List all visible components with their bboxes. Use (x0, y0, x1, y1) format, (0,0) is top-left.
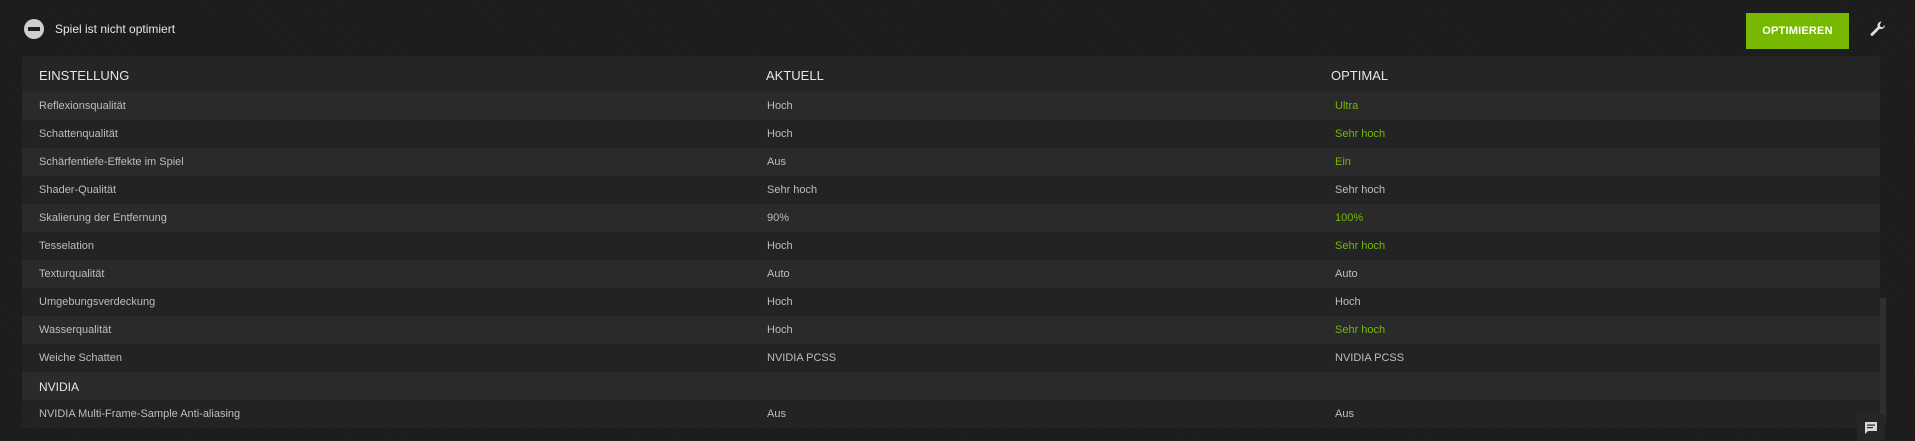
setting-name: Schärfentiefe-Effekte im Spiel (39, 156, 184, 168)
current-value: Sehr hoch (767, 184, 818, 196)
wrench-icon[interactable] (1868, 19, 1888, 39)
chat-icon[interactable] (1857, 414, 1885, 441)
current-value: Hoch (767, 100, 793, 112)
current-value: Aus (767, 408, 786, 420)
optimize-button[interactable]: OPTIMIEREN (1746, 13, 1849, 49)
current-value: Hoch (767, 240, 793, 252)
column-header-current: AKTUELL (766, 68, 824, 83)
setting-name: Wasserqualität (39, 324, 112, 336)
optimal-value: Sehr hoch (1335, 128, 1386, 140)
current-value: Aus (767, 156, 786, 168)
optimal-value: Sehr hoch (1335, 240, 1386, 252)
setting-name: Weiche Schatten (39, 352, 122, 364)
current-value: Hoch (767, 128, 793, 140)
section-title: NVIDIA (39, 380, 80, 394)
setting-name: Reflexionsqualität (39, 100, 126, 112)
scrollbar-thumb[interactable] (1880, 298, 1886, 424)
optimal-value: Ein (1335, 156, 1351, 168)
setting-name: Texturqualität (39, 268, 105, 280)
top-bar: Spiel ist nicht optimiert OPTIMIEREN (0, 0, 1915, 55)
optimal-value: 100% (1335, 212, 1364, 224)
setting-name: Skalierung der Entfernung (39, 212, 167, 224)
optimal-value: Ultra (1335, 100, 1359, 112)
table-row: Schattenqualität Hoch Sehr hoch (22, 120, 1880, 148)
table-row: Texturqualität Auto Auto (22, 260, 1880, 288)
current-value: Hoch (767, 324, 793, 336)
current-value: NVIDIA PCSS (767, 352, 837, 364)
optimal-value: NVIDIA PCSS (1335, 352, 1405, 364)
optimal-value: Hoch (1335, 296, 1361, 308)
column-header-optimal: OPTIMAL (1331, 68, 1389, 83)
setting-name: Schattenqualität (39, 128, 118, 140)
section-header-nvidia: NVIDIA (22, 372, 1880, 400)
table-header: EINSTELLUNG AKTUELL OPTIMAL (22, 56, 1880, 92)
current-value: Auto (767, 268, 790, 280)
current-value: 90% (767, 212, 790, 224)
table-body: Reflexionsqualität Hoch Ultra Schattenqu… (22, 92, 1880, 428)
current-value: Hoch (767, 296, 793, 308)
setting-name: Shader-Qualität (39, 184, 117, 196)
setting-name: NVIDIA Multi-Frame-Sample Anti-aliasing (39, 408, 241, 420)
optimization-status: Spiel ist nicht optimiert (24, 19, 175, 39)
minus-circle-icon (24, 19, 44, 39)
optimal-value: Sehr hoch (1335, 324, 1386, 336)
table-row: Weiche Schatten NVIDIA PCSS NVIDIA PCSS (22, 344, 1880, 372)
setting-name: Umgebungsverdeckung (39, 296, 156, 308)
table-row: Reflexionsqualität Hoch Ultra (22, 92, 1880, 120)
status-text: Spiel ist nicht optimiert (55, 22, 176, 36)
table-row: Umgebungsverdeckung Hoch Hoch (22, 288, 1880, 316)
table-row: Wasserqualität Hoch Sehr hoch (22, 316, 1880, 344)
scrollbar[interactable] (1880, 56, 1886, 424)
table-row: Skalierung der Entfernung 90% 100% (22, 204, 1880, 232)
settings-table: EINSTELLUNG AKTUELL OPTIMAL Reflexionsqu… (22, 56, 1880, 428)
setting-name: Tesselation (39, 240, 95, 252)
optimal-value: Sehr hoch (1335, 184, 1386, 196)
table-row: Schärfentiefe-Effekte im Spiel Aus Ein (22, 148, 1880, 176)
column-header-setting: EINSTELLUNG (39, 68, 130, 83)
table-row: Shader-Qualität Sehr hoch Sehr hoch (22, 176, 1880, 204)
optimal-value: Auto (1335, 268, 1358, 280)
table-row: NVIDIA Multi-Frame-Sample Anti-aliasing … (22, 400, 1880, 428)
table-row: Tesselation Hoch Sehr hoch (22, 232, 1880, 260)
optimal-value: Aus (1335, 408, 1354, 420)
